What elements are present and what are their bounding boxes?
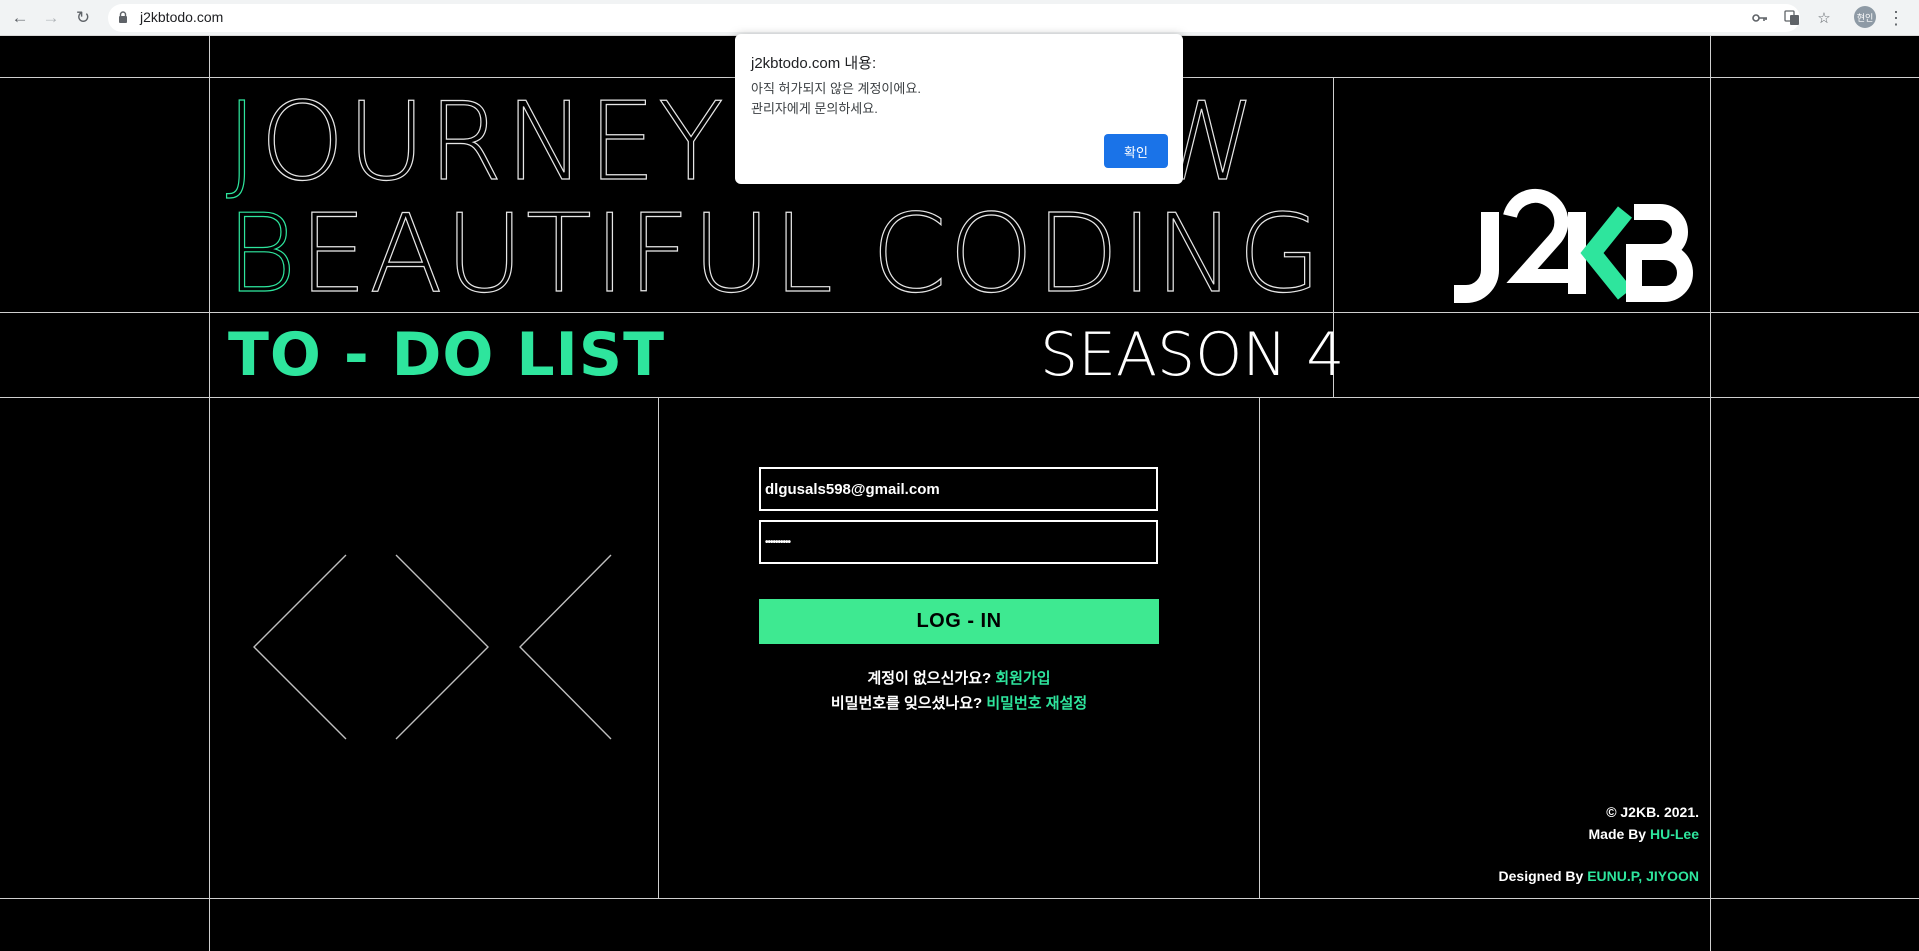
copyright: © J2KB. 2021. <box>1606 804 1699 820</box>
hero-text: EAUTIFUL CODING <box>298 191 1324 317</box>
reset-prompt-row: 비밀번호를 잊으셨나요? 비밀번호 재설정 <box>759 692 1159 713</box>
bookmark-star-icon[interactable]: ☆ <box>1814 8 1834 28</box>
made-by-name: HU-Lee <box>1649 826 1699 842</box>
email-field[interactable]: dlgusals598@gmail.com <box>759 467 1158 511</box>
designed-by-label: Designed By <box>1498 868 1584 884</box>
back-icon[interactable]: ← <box>9 7 31 29</box>
address-bar[interactable] <box>108 4 1800 32</box>
signup-prompt: 계정이 없으신가요? <box>867 670 992 687</box>
reset-prompt: 비밀번호를 잊으셨나요? <box>830 695 983 712</box>
hero-initial: J <box>225 79 260 205</box>
grid-line <box>0 397 1919 398</box>
signup-prompt-row: 계정이 없으신가요? 회원가입 <box>759 667 1159 688</box>
reset-password-link[interactable]: 비밀번호 재설정 <box>986 695 1087 712</box>
designed-by-names: EUNU.P, JIYOON <box>1587 868 1699 884</box>
signup-link[interactable]: 회원가입 <box>995 670 1050 687</box>
season-label: SEASON 4 <box>1040 320 1345 390</box>
j2kb-logo <box>1454 188 1693 303</box>
code-chevrons-decoration <box>253 554 612 740</box>
made-by: Made By HU-Lee <box>1589 826 1699 842</box>
password-value: •••••••••• <box>765 536 791 548</box>
key-icon[interactable] <box>1750 8 1770 28</box>
grid-line <box>0 898 1919 899</box>
dialog-message-line: 관리자에게 문의하세요. <box>751 101 878 116</box>
grid-line <box>658 397 659 898</box>
grid-line <box>1710 36 1711 951</box>
grid-line <box>1259 397 1260 898</box>
dialog-message-line: 아직 허가되지 않은 계정이에요. <box>751 81 921 96</box>
designed-by: Designed By EUNU.P, JIYOON <box>1499 868 1699 884</box>
profile-avatar[interactable]: 현인 <box>1854 6 1876 28</box>
login-button[interactable]: LOG - IN <box>759 599 1159 644</box>
dialog-confirm-button[interactable]: 확인 <box>1104 134 1168 168</box>
hero-initial: B <box>225 191 299 317</box>
dialog-message: 아직 허가되지 않은 계정이에요. 관리자에게 문의하세요. <box>751 79 921 119</box>
reload-icon[interactable]: ↻ <box>72 7 94 29</box>
grid-line <box>209 36 210 951</box>
browser-toolbar: ← → ↻ j2kbtodo.com ☆ 현인 ⋮ <box>0 0 1919 36</box>
url-text[interactable]: j2kbtodo.com <box>140 9 223 25</box>
password-field[interactable]: •••••••••• <box>759 520 1158 564</box>
forward-icon[interactable]: → <box>40 7 62 29</box>
email-value: dlgusals598@gmail.com <box>765 480 940 498</box>
page-title: TO - DO LIST <box>228 320 666 390</box>
dialog-title: j2kbtodo.com 내용: <box>751 55 877 72</box>
lock-icon <box>119 11 127 23</box>
alert-dialog: j2kbtodo.com 내용: 아직 허가되지 않은 계정이에요. 관리자에게… <box>735 34 1183 184</box>
hero-line-2: BEAUTIFUL CODING <box>225 191 1324 317</box>
more-menu-icon[interactable]: ⋮ <box>1886 7 1906 29</box>
translate-icon[interactable] <box>1782 8 1802 28</box>
made-by-label: Made By <box>1588 826 1647 842</box>
